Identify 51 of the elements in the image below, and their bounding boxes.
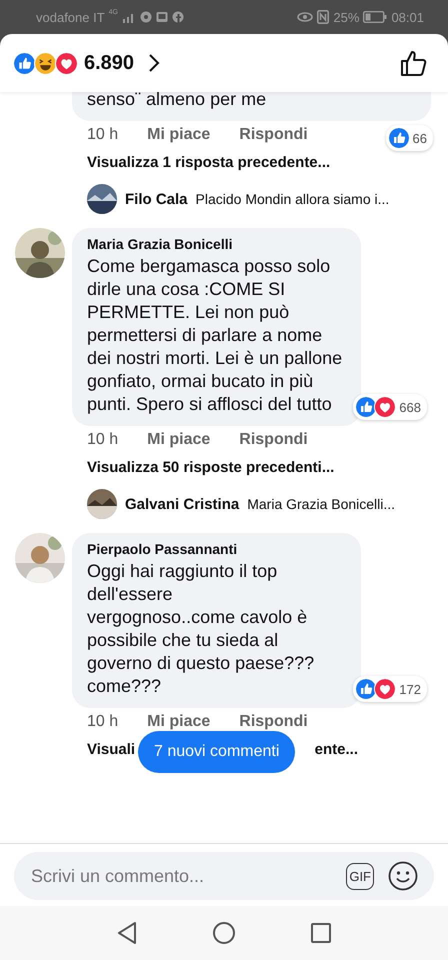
reply-author[interactable]: Filo Cala xyxy=(125,190,188,208)
eye-icon xyxy=(297,11,314,23)
like-reaction-icon xyxy=(355,396,378,418)
reaction-badge[interactable]: 668 xyxy=(353,394,427,420)
new-comments-button[interactable]: 7 nuovi commenti xyxy=(138,731,296,773)
reaction-count[interactable]: 6.890 xyxy=(84,52,134,74)
gif-button[interactable]: GIF xyxy=(346,862,374,890)
nfc-icon xyxy=(317,10,330,24)
author-name[interactable]: Pierpaolo Passannanti xyxy=(87,541,347,557)
comment-time: 10 h xyxy=(87,126,118,144)
author-name[interactable]: Maria Grazia Bonicelli xyxy=(87,236,347,252)
comment-time: 10 h xyxy=(87,431,118,449)
clock-text: 08:01 xyxy=(391,10,424,24)
battery-icon xyxy=(363,11,388,23)
like-link[interactable]: Mi piace xyxy=(147,431,210,449)
reply-link[interactable]: Rispondi xyxy=(239,713,308,731)
like-reaction-icon xyxy=(388,127,410,149)
like-reaction-icon xyxy=(355,678,378,700)
comment-text: Come bergamasca posso solo dirle una cosa :COME SI PERMETTE. Lei non può permettersi di parlare a nome dei nostri morti. Lei è un pallone gonfiato, ormai bucato in più punti. Spero si afflosci del tutto xyxy=(87,255,344,416)
comment-text: Oggi hai raggiunto il top dell'essere vergognoso..come cavolo è possibile che tu sieda al governo di questo paese??? come??? xyxy=(87,560,316,698)
signal-icon xyxy=(122,11,136,23)
heart-reaction-icon xyxy=(374,396,396,418)
reaction-badge[interactable]: 66 xyxy=(386,125,433,151)
app-icon xyxy=(140,11,152,23)
view-replies-link[interactable]: Visualizza 50 risposte precedenti... xyxy=(0,449,448,476)
reply-author[interactable]: Galvani Cristina xyxy=(125,496,240,512)
reply-link[interactable]: Rispondi xyxy=(239,126,308,144)
back-icon[interactable] xyxy=(116,921,138,945)
like-link[interactable]: Mi piace xyxy=(147,713,210,731)
laughing-face-icon xyxy=(34,52,57,74)
view-replies-link[interactable]: ente... xyxy=(314,731,358,758)
reaction-badge[interactable]: 172 xyxy=(353,676,427,702)
carrier-text: vodafone IT xyxy=(36,10,105,24)
comment-text: senso¨ almeno per me xyxy=(87,92,268,111)
comment-time: 10 h xyxy=(87,713,118,731)
reply-snippet: Maria Grazia Bonicelli... xyxy=(247,496,396,512)
heart-reaction-icon xyxy=(55,52,78,74)
view-replies-link[interactable]: Visuali xyxy=(0,731,136,758)
comment-input[interactable]: Scrivi un commento... GIF xyxy=(14,852,434,900)
like-link[interactable]: Mi piace xyxy=(147,126,210,144)
recent-apps-icon[interactable] xyxy=(310,922,332,944)
reply-snippet: Placido Mondin allora siamo i... xyxy=(196,191,390,207)
battery-text: 25% xyxy=(333,10,360,24)
heart-reaction-icon xyxy=(374,678,396,700)
chevron-right-icon[interactable] xyxy=(148,53,160,73)
thumbs-up-icon[interactable] xyxy=(400,49,428,77)
home-icon[interactable] xyxy=(212,921,236,945)
reply-link[interactable]: Rispondi xyxy=(239,431,308,449)
gallery-icon xyxy=(156,11,168,23)
emoji-icon[interactable] xyxy=(388,861,418,891)
like-reaction-icon xyxy=(13,52,36,74)
